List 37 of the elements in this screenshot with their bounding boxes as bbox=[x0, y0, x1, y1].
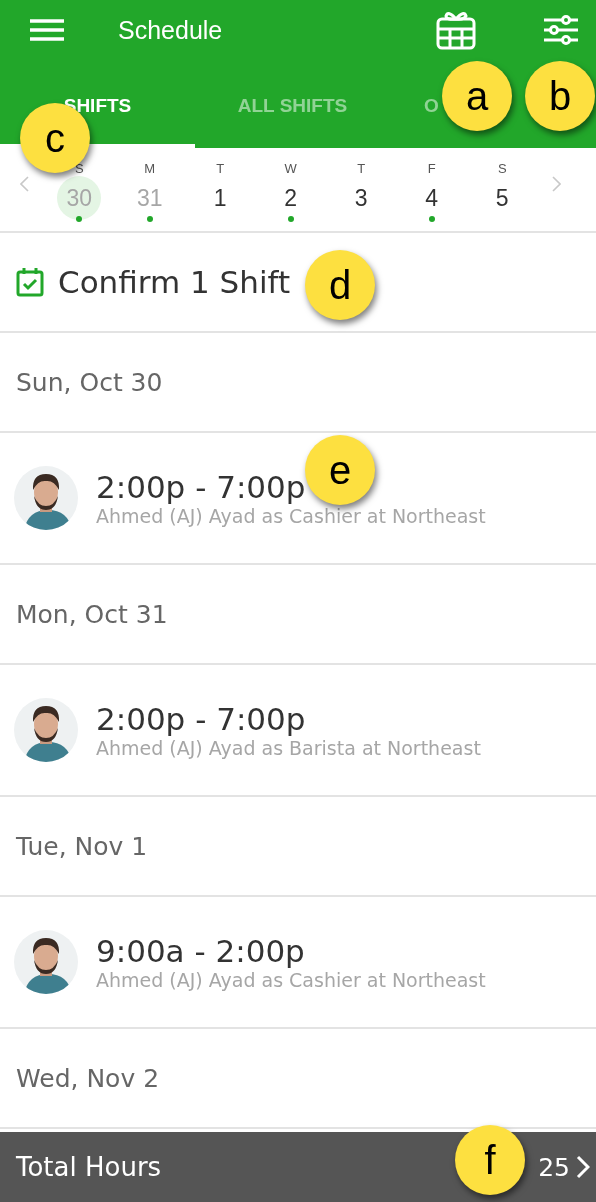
shift-detail: Ahmed (AJ) Ayad as Cashier at Northeast bbox=[96, 969, 486, 991]
date-header: Mon, Oct 31 bbox=[16, 599, 168, 629]
shift-time[interactable]: 9:00a - 2:00p bbox=[96, 933, 305, 969]
shift-time[interactable]: 2:00p - 7:00p bbox=[96, 469, 306, 505]
chevron-right-icon bbox=[576, 1155, 590, 1179]
next-week-button[interactable] bbox=[551, 175, 561, 192]
previous-week-button[interactable] bbox=[20, 175, 29, 192]
weekday-letter: M bbox=[144, 160, 156, 176]
sliders-icon bbox=[544, 15, 578, 45]
calendar-gift-icon bbox=[436, 10, 476, 50]
weekday-letter: S bbox=[74, 160, 84, 176]
date-header: Sun, Oct 30 bbox=[16, 367, 163, 397]
total-hours-button[interactable]: 25 bbox=[538, 1152, 590, 1182]
shift-time[interactable]: 2:00p - 7:00p bbox=[96, 701, 306, 737]
chevron-right-icon bbox=[551, 175, 561, 192]
date-header: Tue, Nov 1 bbox=[16, 831, 148, 861]
chevron-left-icon bbox=[20, 175, 29, 192]
day-number[interactable]: 2 bbox=[268, 176, 313, 220]
day-number[interactable]: 5 bbox=[480, 176, 525, 220]
day-number[interactable]: 3 bbox=[339, 176, 384, 220]
calendar-check-icon bbox=[16, 267, 44, 297]
callout-marker: d bbox=[305, 250, 375, 320]
day-number[interactable]: 1 bbox=[198, 176, 243, 220]
weekday-letter: W bbox=[284, 160, 297, 176]
date-header: Wed, Nov 2 bbox=[16, 1063, 160, 1093]
day-number[interactable]: 4 bbox=[409, 176, 454, 220]
weekday-letter: T bbox=[216, 160, 225, 176]
weekday-letter: S bbox=[497, 160, 507, 176]
menu-icon bbox=[30, 19, 64, 41]
shift-detail: Ahmed (AJ) Ayad as Cashier at Northeast bbox=[96, 505, 486, 527]
confirm-shift-link[interactable]: Confirm 1 Shift bbox=[58, 264, 291, 300]
weekday-letter: T bbox=[357, 160, 366, 176]
shift-detail: Ahmed (AJ) Ayad as Barista at Northeast bbox=[96, 737, 481, 759]
weekday-letter: F bbox=[427, 160, 436, 176]
total-hours-label: Total Hours bbox=[16, 1152, 162, 1182]
callout-marker: e bbox=[305, 435, 375, 505]
screen-title: Schedule bbox=[118, 15, 224, 45]
